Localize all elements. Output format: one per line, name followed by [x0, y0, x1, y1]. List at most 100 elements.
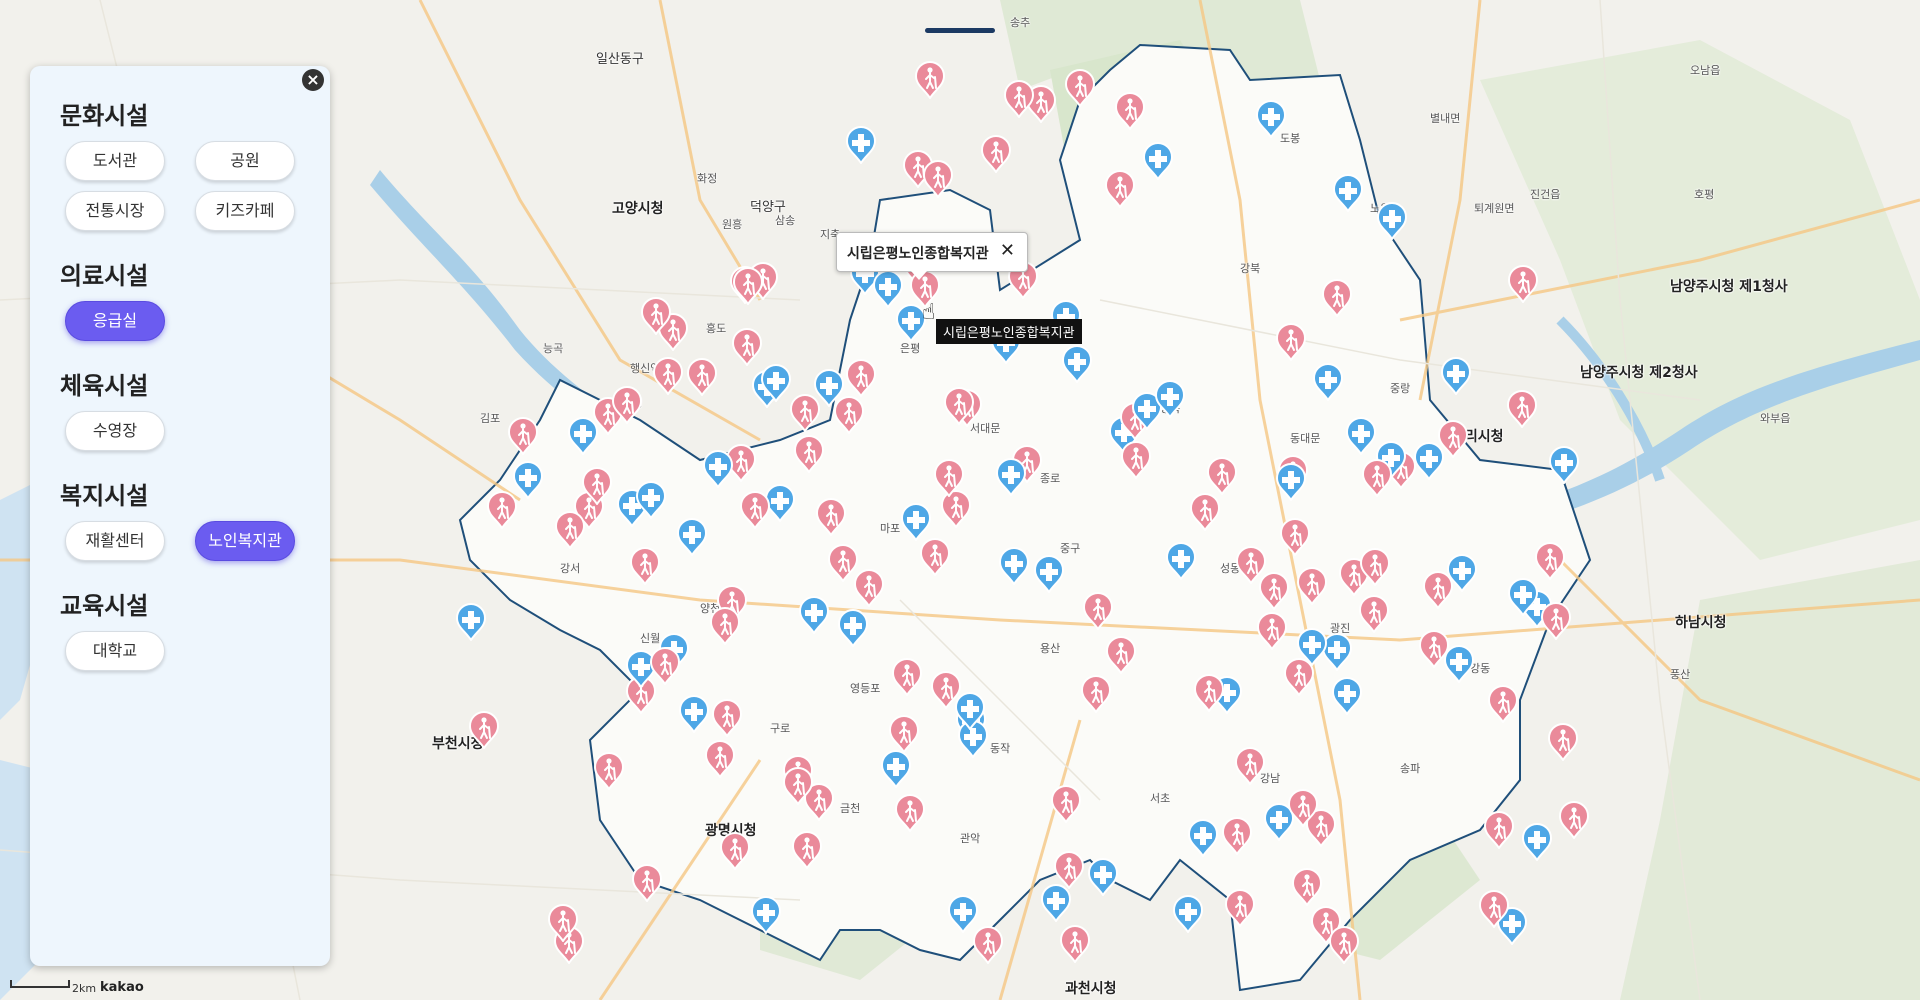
elderly-person-icon[interactable] [943, 387, 975, 425]
hospital-cross-icon[interactable] [1413, 442, 1445, 480]
elderly-person-icon[interactable] [933, 459, 965, 497]
hospital-cross-icon[interactable] [1255, 100, 1287, 138]
filter-chip[interactable]: 대학교 [65, 631, 165, 671]
elderly-person-icon[interactable] [1104, 170, 1136, 208]
hospital-cross-icon[interactable] [1331, 677, 1363, 715]
elderly-person-icon[interactable] [731, 328, 763, 366]
hospital-cross-icon[interactable] [1087, 858, 1119, 896]
elderly-person-icon[interactable] [719, 832, 751, 870]
hospital-cross-icon[interactable] [1033, 555, 1065, 593]
elderly-person-icon[interactable] [782, 767, 814, 805]
elderly-person-icon[interactable] [930, 671, 962, 709]
hospital-cross-icon[interactable] [1507, 578, 1539, 616]
hospital-cross-icon[interactable] [1165, 542, 1197, 580]
hospital-cross-icon[interactable] [900, 503, 932, 541]
elderly-person-icon[interactable] [1193, 674, 1225, 712]
hospital-cross-icon[interactable] [1440, 357, 1472, 395]
hospital-cross-icon[interactable] [995, 458, 1027, 496]
elderly-person-icon[interactable] [891, 658, 923, 696]
close-icon[interactable]: × [302, 69, 324, 91]
elderly-person-icon[interactable] [1114, 92, 1146, 130]
elderly-person-icon[interactable] [1418, 630, 1450, 668]
hospital-cross-icon[interactable] [998, 547, 1030, 585]
elderly-person-icon[interactable] [1082, 592, 1114, 630]
hospital-cross-icon[interactable] [1521, 823, 1553, 861]
elderly-person-icon[interactable] [1235, 546, 1267, 584]
hospital-cross-icon[interactable] [676, 518, 708, 556]
hospital-cross-icon[interactable] [845, 126, 877, 164]
elderly-person-icon[interactable] [1507, 265, 1539, 303]
elderly-person-icon[interactable] [1359, 548, 1391, 586]
elderly-person-icon[interactable] [845, 359, 877, 397]
elderly-person-icon[interactable] [1279, 518, 1311, 556]
hospital-cross-icon[interactable] [1061, 345, 1093, 383]
elderly-person-icon[interactable] [833, 396, 865, 434]
hospital-cross-icon[interactable] [798, 596, 830, 634]
hospital-cross-icon[interactable] [702, 450, 734, 488]
hospital-cross-icon[interactable] [1548, 446, 1580, 484]
hospital-cross-icon[interactable] [872, 270, 904, 308]
elderly-person-icon[interactable] [1296, 567, 1328, 605]
elderly-person-icon[interactable] [789, 394, 821, 432]
elderly-person-icon[interactable] [581, 467, 613, 505]
filter-chip[interactable]: 공원 [195, 141, 295, 181]
elderly-person-icon[interactable] [1221, 817, 1253, 855]
filter-chip[interactable]: 도서관 [65, 141, 165, 181]
hospital-cross-icon[interactable] [1142, 142, 1174, 180]
hospital-cross-icon[interactable] [1187, 819, 1219, 857]
elderly-person-icon[interactable] [1358, 595, 1390, 633]
hospital-cross-icon[interactable] [1154, 380, 1186, 418]
elderly-person-icon[interactable] [1003, 80, 1035, 118]
elderly-person-icon[interactable] [1283, 658, 1315, 696]
hospital-cross-icon[interactable] [1275, 463, 1307, 501]
elderly-person-icon[interactable] [793, 435, 825, 473]
hospital-cross-icon[interactable] [1446, 554, 1478, 592]
elderly-person-icon[interactable] [486, 491, 518, 529]
hospital-cross-icon[interactable] [760, 364, 792, 402]
elderly-person-icon[interactable] [547, 904, 579, 942]
elderly-person-icon[interactable] [1547, 723, 1579, 761]
elderly-person-icon[interactable] [1064, 69, 1096, 107]
filter-chip[interactable]: 전통시장 [65, 191, 165, 231]
elderly-person-icon[interactable] [1487, 685, 1519, 723]
filter-chip[interactable]: 키즈카페 [195, 191, 295, 231]
elderly-person-icon[interactable] [1540, 602, 1572, 640]
elderly-person-icon[interactable] [922, 160, 954, 198]
elderly-person-icon[interactable] [640, 297, 672, 335]
elderly-person-icon[interactable] [1287, 789, 1319, 827]
elderly-person-icon[interactable] [1234, 747, 1266, 785]
elderly-person-icon[interactable] [1328, 926, 1360, 964]
elderly-person-icon[interactable] [1291, 868, 1323, 906]
elderly-person-icon[interactable] [791, 831, 823, 869]
filter-chip[interactable]: 수영장 [65, 411, 165, 451]
elderly-person-icon[interactable] [972, 926, 1004, 964]
elderly-person-icon[interactable] [1224, 889, 1256, 927]
elderly-person-icon[interactable] [1059, 925, 1091, 963]
elderly-person-icon[interactable] [1534, 542, 1566, 580]
elderly-person-icon[interactable] [815, 498, 847, 536]
info-window-close-icon[interactable]: ✕ [1000, 240, 1015, 261]
elderly-person-icon[interactable] [894, 794, 926, 832]
hospital-cross-icon[interactable] [1376, 202, 1408, 240]
hospital-cross-icon[interactable] [567, 417, 599, 455]
elderly-person-icon[interactable] [1483, 811, 1515, 849]
hospital-cross-icon[interactable] [1040, 884, 1072, 922]
hospital-cross-icon[interactable] [750, 896, 782, 934]
elderly-person-icon[interactable] [1558, 801, 1590, 839]
elderly-person-icon[interactable] [468, 711, 500, 749]
filter-chip[interactable]: 노인복지관 [195, 521, 295, 561]
elderly-person-icon[interactable] [739, 491, 771, 529]
elderly-person-icon[interactable] [709, 607, 741, 645]
filter-chip[interactable]: 재활센터 [65, 521, 165, 561]
hospital-cross-icon[interactable] [1345, 417, 1377, 455]
hospital-cross-icon[interactable] [455, 603, 487, 641]
elderly-person-icon[interactable] [1506, 390, 1538, 428]
hospital-cross-icon[interactable] [678, 695, 710, 733]
elderly-person-icon[interactable] [888, 715, 920, 753]
elderly-person-icon[interactable] [914, 61, 946, 99]
elderly-person-icon[interactable] [1189, 493, 1221, 531]
hospital-cross-icon[interactable] [1312, 363, 1344, 401]
elderly-person-icon[interactable] [1206, 457, 1238, 495]
hospital-cross-icon[interactable] [837, 609, 869, 647]
hospital-cross-icon[interactable] [880, 750, 912, 788]
